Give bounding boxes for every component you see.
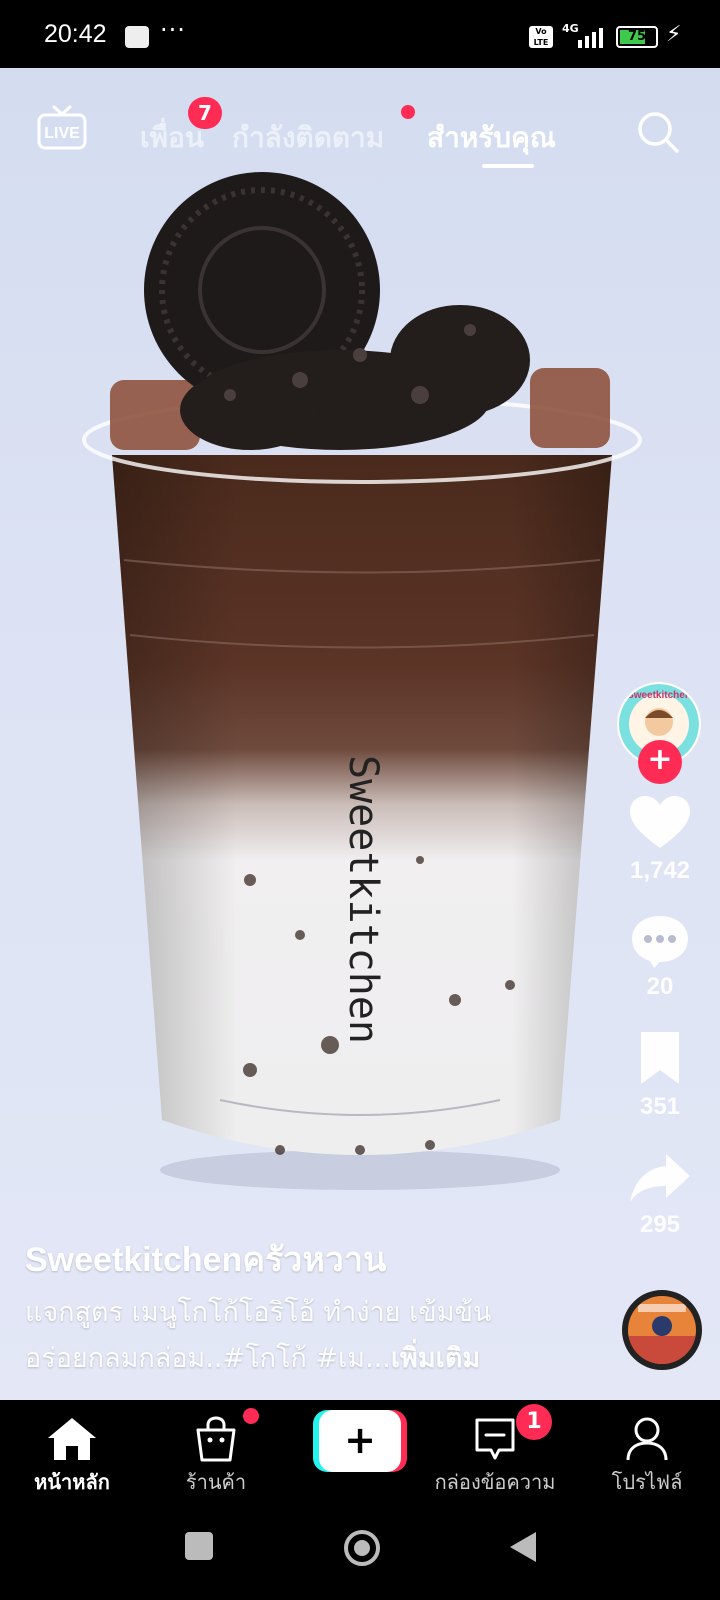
bookmark-icon[interactable]	[628, 1030, 692, 1088]
signal-icon	[578, 28, 603, 48]
status-time: 20:42	[44, 20, 107, 48]
more-notifications-icon: ···	[160, 16, 186, 44]
author-name[interactable]: Sweetkitchenครัวหวาน	[25, 1232, 386, 1286]
see-more-link[interactable]: เพิ่มเติม	[391, 1343, 480, 1374]
live-label: LIVE	[44, 125, 80, 142]
live-icon[interactable]: LIVE	[36, 105, 88, 151]
video-player[interactable]: Sweetkitchen	[0, 68, 720, 1400]
profile-icon	[626, 1417, 668, 1461]
comment-icon[interactable]	[628, 912, 692, 970]
active-tab-indicator	[482, 164, 534, 168]
music-cover-image	[628, 1296, 696, 1364]
create-plus-icon: +	[344, 1418, 376, 1462]
heart-icon[interactable]	[628, 794, 692, 852]
top-nav: LIVE เพื่อน 7 กำลังติดตาม สำหรับคุณ	[0, 68, 720, 178]
like-count: 1,742	[629, 857, 691, 884]
battery-icon: 75	[616, 26, 658, 48]
tab-for-you[interactable]: สำหรับคุณ	[427, 116, 556, 160]
cup-label: Sweetkitchen	[340, 755, 386, 1044]
system-nav-bar	[0, 1502, 720, 1600]
video-frame-iced-cocoa-oreo: Sweetkitchen	[82, 172, 642, 1190]
follow-button[interactable]: +	[638, 740, 682, 784]
friends-badge: 7	[188, 97, 222, 129]
share-icon[interactable]	[628, 1150, 692, 1208]
tab-following[interactable]: กำลังติดตาม	[232, 116, 384, 160]
home-icon	[48, 1418, 96, 1460]
shop-notification-dot	[243, 1408, 259, 1424]
network-type: 4G	[562, 22, 579, 35]
post-caption[interactable]: แจกสูตร เมนูโกโก้โอริโอ้ ทำง่าย เข้มข้น …	[25, 1290, 585, 1382]
caption-line-2: อร่อยกลมกล่อม..#โกโก้ #เม...	[25, 1343, 391, 1374]
shopping-bag-icon	[196, 1416, 236, 1462]
nav-inbox-label: กล่องข้อความ	[434, 1470, 556, 1494]
inbox-icon	[475, 1418, 515, 1460]
comment-count: 20	[646, 973, 674, 1000]
notification-app-icon	[125, 26, 149, 48]
nav-home[interactable]: หน้าหลัก	[20, 1400, 124, 1502]
search-icon[interactable]	[636, 110, 680, 154]
battery-level: 75	[627, 29, 647, 44]
back-icon[interactable]	[508, 1530, 538, 1564]
save-count: 351	[639, 1093, 681, 1120]
following-dot	[401, 105, 415, 119]
avatar-text: Sweetkitchen	[627, 690, 691, 701]
music-disc[interactable]	[622, 1290, 702, 1370]
caption-line-1: แจกสูตร เมนูโกโก้โอริโอ้ ทำง่าย เข้มข้น	[25, 1297, 492, 1328]
create-button[interactable]: +	[313, 1410, 407, 1472]
nav-profile[interactable]: โปรไฟล์	[592, 1400, 702, 1502]
charging-icon: ⚡	[666, 22, 682, 47]
volte-icon: Vo LTE	[529, 26, 553, 48]
nav-profile-label: โปรไฟล์	[611, 1470, 683, 1494]
recents-icon[interactable]	[183, 1530, 215, 1562]
inbox-badge: 1	[516, 1404, 552, 1440]
status-bar: 20:42 ··· Vo LTE 4G 75 ⚡	[0, 0, 720, 68]
home-button-icon[interactable]	[342, 1530, 382, 1570]
share-count: 295	[639, 1211, 681, 1238]
nav-shop-label: ร้านค้า	[185, 1470, 247, 1494]
nav-home-label: หน้าหลัก	[34, 1470, 110, 1494]
